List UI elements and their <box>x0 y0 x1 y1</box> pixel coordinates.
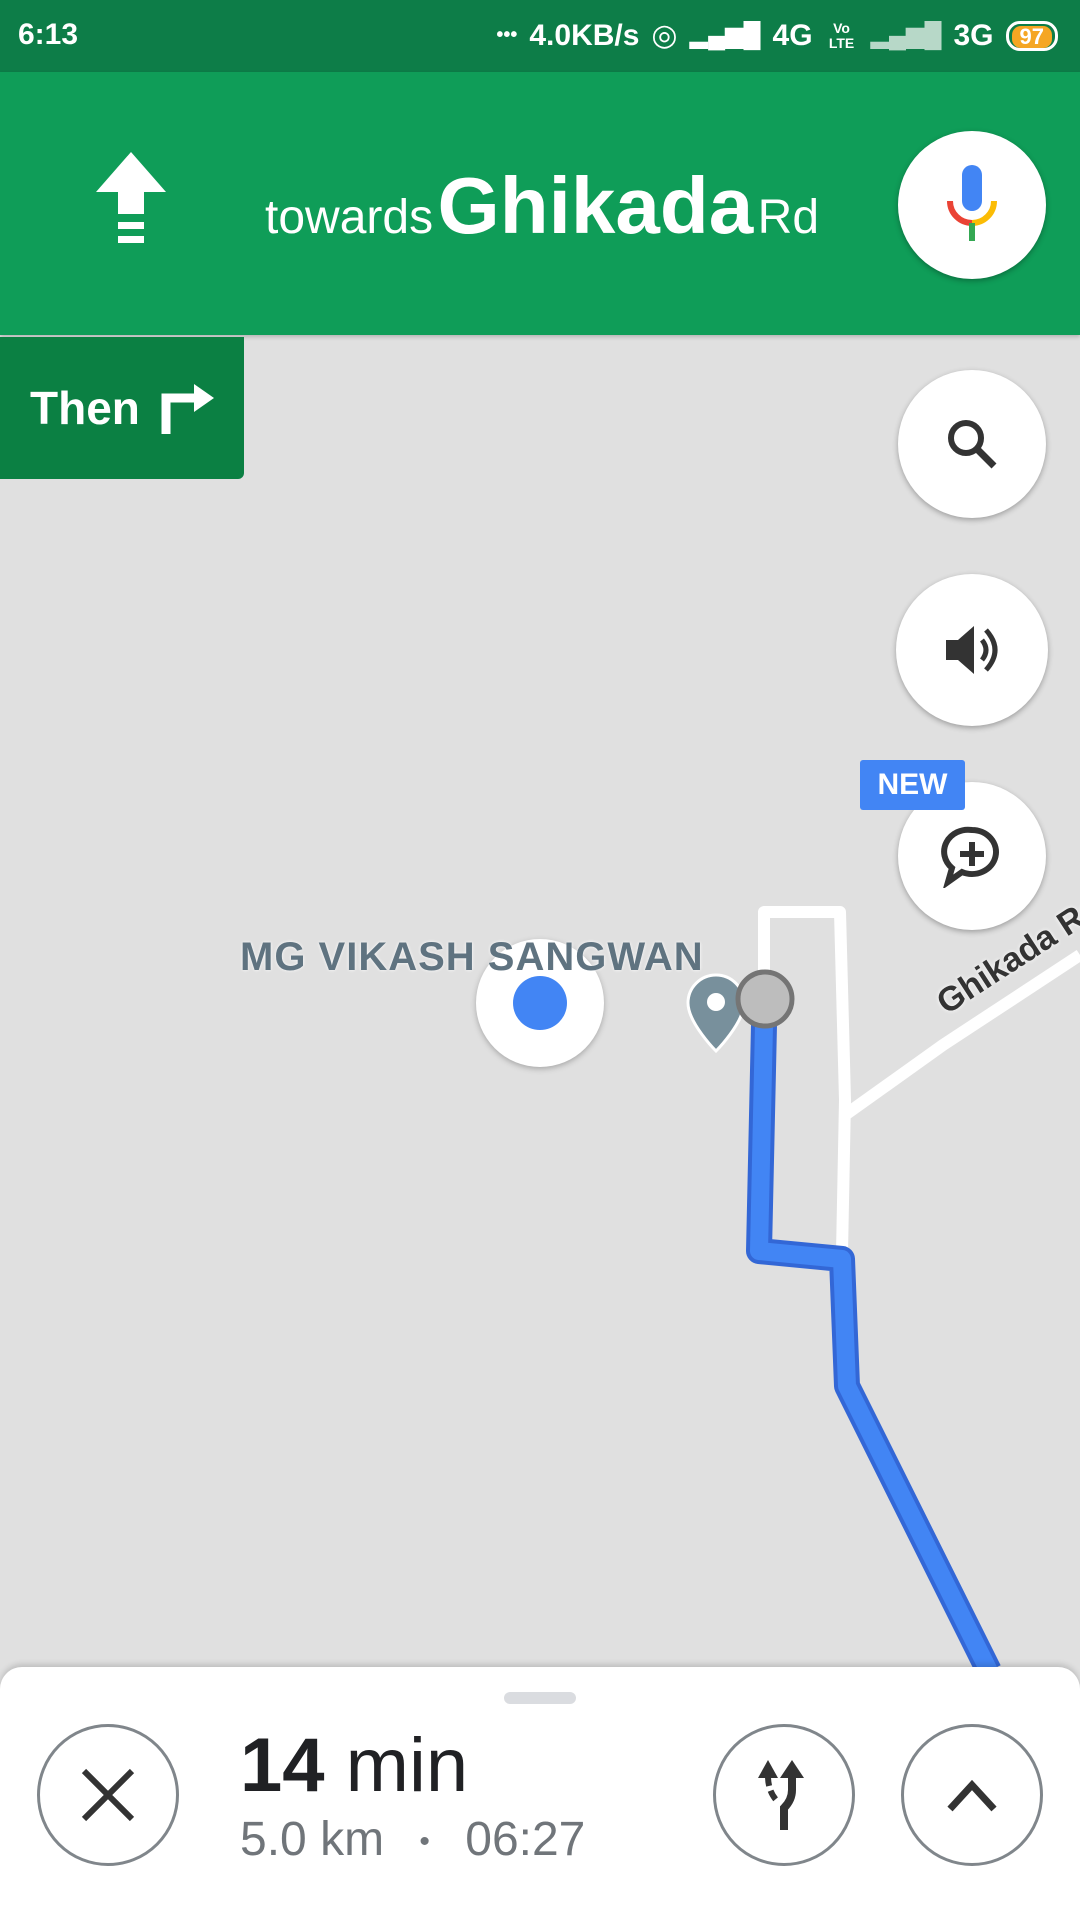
route-line-outline <box>746 1024 1001 1675</box>
network-type-1: 4G <box>772 18 813 52</box>
instruction-street: Ghikada <box>437 161 754 250</box>
new-badge: NEW <box>860 760 965 810</box>
voice-search-button[interactable] <box>898 131 1046 279</box>
microphone-icon <box>947 165 997 241</box>
hotspot-icon: ◎ <box>651 19 678 52</box>
add-comment-icon <box>941 826 999 888</box>
network-speed: 4.0KB/s <box>529 18 640 52</box>
clock: 6:13 <box>18 18 79 51</box>
chevron-up-icon <box>947 1779 997 1812</box>
instruction-prefix: towards <box>265 191 434 244</box>
drag-handle[interactable] <box>504 1692 576 1704</box>
exit-navigation-button[interactable] <box>37 1724 179 1866</box>
trip-duration: 14 min <box>240 1722 468 1809</box>
instruction-suffix: Rd <box>757 191 820 244</box>
destination-marker <box>735 969 795 1029</box>
search-icon <box>948 420 997 469</box>
my-location-dot <box>513 976 567 1030</box>
alternate-routes-button[interactable] <box>713 1724 855 1866</box>
duration-value: 14 <box>240 1723 325 1808</box>
duration-unit: min <box>345 1723 469 1808</box>
straight-arrow-icon <box>96 152 166 243</box>
instruction-text: towards Ghikada Rd <box>265 160 819 252</box>
place-pin-icon <box>686 973 746 1054</box>
search-button[interactable] <box>898 370 1046 518</box>
signal-icon: ▂▄▆█ <box>689 22 761 49</box>
battery-icon: 97 <box>1005 20 1058 51</box>
trip-summary-sheet[interactable]: 14 min 5.0 km • 06:27 <box>0 1667 1080 1920</box>
volte-icon: Vo LTE <box>828 19 855 51</box>
expand-sheet-button[interactable] <box>901 1724 1043 1866</box>
navigation-header[interactable]: towards Ghikada Rd <box>0 72 1080 335</box>
poi-label[interactable]: MG VIKASH SANGWAN <box>240 935 704 980</box>
road-loop <box>758 906 851 1254</box>
network-type-2: 3G <box>953 18 994 52</box>
alt-routes-icon <box>758 1760 804 1830</box>
more-dots: ••• <box>496 24 518 46</box>
status-bar: 6:13 ••• 4.0KB/s ◎ ▂▄▆█ 4G Vo LTE ▂▄▆█ 3… <box>0 0 1080 72</box>
sound-button[interactable] <box>896 574 1048 726</box>
signal-icon-2: ▂▄▆█ <box>870 22 942 49</box>
trip-details: 5.0 km • 06:27 <box>240 1812 585 1867</box>
map-canvas[interactable] <box>0 335 1080 1675</box>
trip-distance: 5.0 km <box>240 1813 385 1866</box>
separator: • <box>419 1825 430 1859</box>
volume-icon <box>946 626 998 674</box>
battery-level: 97 <box>1011 25 1052 48</box>
close-icon <box>81 1768 135 1822</box>
arrival-time: 06:27 <box>465 1813 586 1866</box>
